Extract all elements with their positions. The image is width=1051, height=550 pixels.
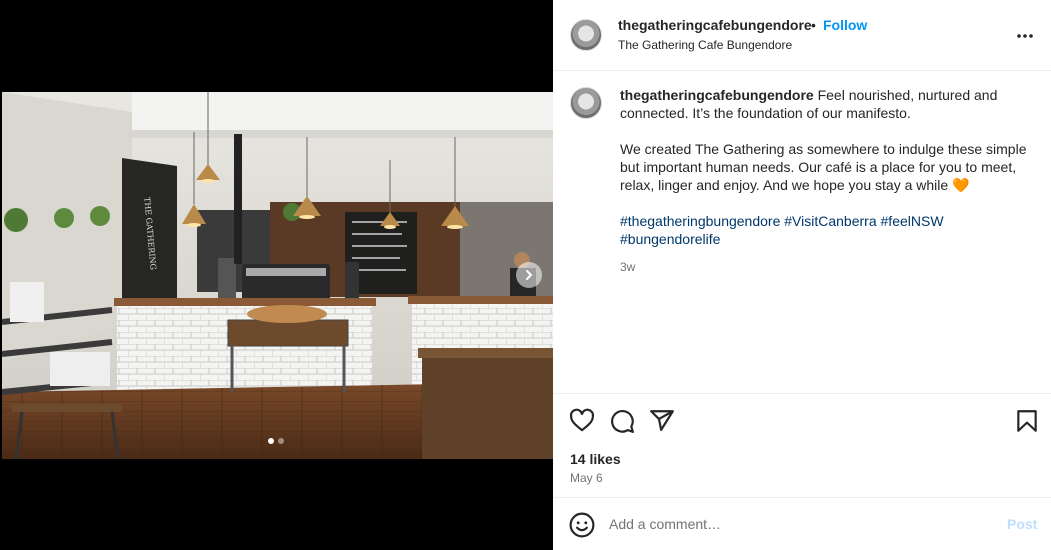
hashtag-link[interactable]: #feelNSW xyxy=(881,213,944,229)
likes-count[interactable]: 14 likes xyxy=(570,451,621,467)
caption-text-2: We created The Gathering as somewhere to… xyxy=(620,141,1027,193)
share-icon[interactable] xyxy=(649,408,675,434)
heart-icon[interactable] xyxy=(569,408,595,434)
post-date[interactable]: May 6 xyxy=(570,471,603,485)
avatar[interactable] xyxy=(570,19,602,51)
location-link[interactable]: The Gathering Cafe Bungendore xyxy=(618,38,792,52)
caption-timestamp[interactable]: 3w xyxy=(620,258,1030,276)
more-options-icon[interactable] xyxy=(1015,26,1035,46)
carousel-dot-active xyxy=(268,438,274,444)
post-comment-button[interactable]: Post xyxy=(1007,516,1037,532)
carousel-indicator xyxy=(268,438,284,444)
caption-body: thegatheringcafebungendore Feel nourishe… xyxy=(620,86,1030,276)
caption-paragraph-1: thegatheringcafebungendore Feel nourishe… xyxy=(620,86,1030,122)
post-header: thegatheringcafebungendore • Follow The … xyxy=(553,0,1051,71)
comment-input[interactable] xyxy=(609,513,989,535)
emoji-icon[interactable] xyxy=(569,512,595,538)
follow-separator: • xyxy=(811,17,816,33)
carousel-next-button[interactable] xyxy=(516,262,542,288)
caption-username[interactable]: thegatheringcafebungendore xyxy=(620,87,814,103)
post-panel: thegatheringcafebungendore • Follow The … xyxy=(553,0,1051,550)
header-username[interactable]: thegatheringcafebungendore xyxy=(618,17,812,33)
chevron-right-icon xyxy=(526,270,533,280)
caption-hashtags: #thegatheringbungendore #VisitCanberra #… xyxy=(620,212,1030,248)
hashtag-link[interactable]: #VisitCanberra xyxy=(784,213,876,229)
comment-icon[interactable] xyxy=(609,408,635,434)
caption-avatar[interactable] xyxy=(570,87,602,119)
follow-button[interactable]: Follow xyxy=(823,17,867,33)
hashtag-link[interactable]: #thegatheringbungendore xyxy=(620,213,780,229)
post-media: THE GATHERING xyxy=(0,0,553,550)
bookmark-icon[interactable] xyxy=(1014,408,1040,434)
action-bar: 14 likes May 6 xyxy=(553,395,1051,498)
carousel-dot xyxy=(278,438,284,444)
hashtag-link[interactable]: #bungendorelife xyxy=(620,231,720,247)
post-caption: thegatheringcafebungendore Feel nourishe… xyxy=(553,71,1051,394)
post-photo[interactable]: THE GATHERING xyxy=(2,92,553,459)
comment-box: Post xyxy=(553,499,1051,550)
